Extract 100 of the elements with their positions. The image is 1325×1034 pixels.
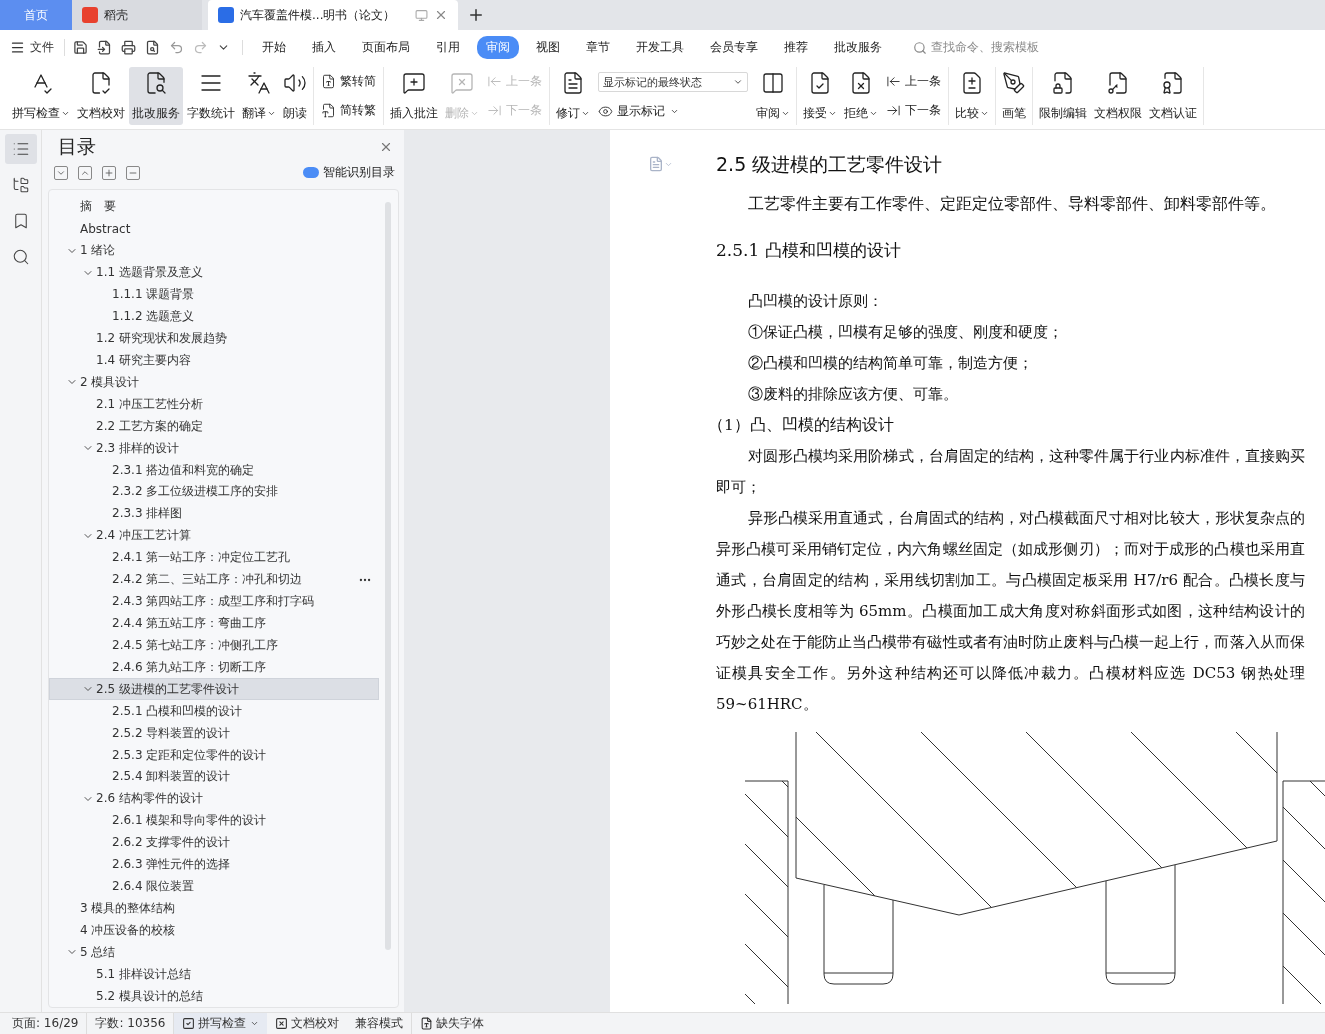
toc-item[interactable]: 2.4.1 第一站工序：冲定位工艺孔	[49, 546, 379, 569]
ribbon-button[interactable]: 接受	[800, 67, 840, 125]
ribbon-button[interactable]: 朗读	[280, 67, 310, 125]
add-heading-button[interactable]	[102, 165, 116, 180]
collapse-all-button[interactable]	[78, 165, 92, 180]
toc-item[interactable]: 2.3 排样的设计	[49, 437, 379, 460]
expand-all-button[interactable]	[54, 165, 68, 180]
document-tab[interactable]: 汽车覆盖件模...明书（论文）	[208, 0, 458, 30]
toc-item[interactable]: 2.5.2 导料装置的设计	[49, 722, 379, 745]
toc-item[interactable]: 2.4.2 第二、三站工序：冲孔和切边	[49, 568, 379, 591]
toc-item[interactable]: 2.3.1 搭边值和料宽的确定	[49, 459, 379, 481]
redo-icon[interactable]	[193, 40, 208, 55]
document-icon[interactable]	[648, 156, 664, 172]
toc-item[interactable]: 2.6 结构零件的设计	[49, 787, 379, 810]
ribbon-button[interactable]: 插入批注	[387, 67, 441, 125]
toc-item[interactable]: 2.6.1 模架和导向零件的设计	[49, 809, 379, 832]
ribbon-button[interactable]: 繁转简	[321, 73, 376, 90]
toc-item[interactable]: 2.6.2 支撑零件的设计	[49, 831, 379, 854]
menu-tab[interactable]: 视图	[527, 36, 569, 59]
ribbon-button[interactable]: 字数统计	[184, 67, 238, 125]
command-search-field[interactable]: 查找命令、搜索模板	[913, 39, 1039, 56]
ribbon-button[interactable]: 拼写检查	[9, 67, 73, 125]
monitor-icon[interactable]	[415, 8, 428, 22]
menu-tab[interactable]: 插入	[303, 36, 345, 59]
toc-item[interactable]: 5.2 模具设计的总结	[49, 985, 379, 1007]
toc-item[interactable]: 摘 要	[49, 196, 379, 218]
toc-item[interactable]: 2.3.2 多工位级进模工序的安排	[49, 481, 379, 503]
new-tab-icon[interactable]	[467, 6, 485, 24]
toc-item[interactable]: 2.5 级进模的工艺零件设计	[49, 678, 379, 701]
toc-item[interactable]: 2.2 工艺方案的确定	[49, 415, 379, 438]
ribbon-button[interactable]: 画笔	[999, 67, 1029, 125]
toc-item[interactable]: 5 总结	[49, 941, 379, 964]
toc-item[interactable]: 2.4.3 第四站工序：成型工序和打字码	[49, 590, 379, 613]
menu-tab[interactable]: 批改服务	[825, 36, 891, 59]
toc-item[interactable]: 1.1.2 选题意义	[49, 305, 379, 328]
save-icon[interactable]	[73, 40, 88, 55]
toc-item[interactable]: 4 冲压设备的校核	[49, 919, 379, 942]
toc-item[interactable]: 1.1 选题背景及意义	[49, 261, 379, 284]
ribbon-button[interactable]: 下一条	[886, 102, 941, 119]
status-item: 兼容模式	[347, 1013, 413, 1034]
smart-toc-link[interactable]: 智能识别目录	[303, 164, 395, 181]
print-icon[interactable]	[121, 40, 136, 55]
status-item[interactable]: 缺失字体	[412, 1013, 493, 1034]
ribbon-button[interactable]: 拒绝	[841, 67, 881, 125]
ribbon-button[interactable]: 简转繁	[321, 102, 376, 119]
undo-icon[interactable]	[169, 40, 184, 55]
close-icon[interactable]	[434, 8, 448, 22]
toc-item[interactable]: 2.1 冲压工艺性分析	[49, 393, 379, 416]
toc-item[interactable]: Abstract	[49, 217, 379, 240]
toc-item[interactable]: 1 绪论	[49, 239, 379, 262]
toc-item[interactable]: 1.4 研究主要内容	[49, 349, 379, 372]
toc-item[interactable]: 2.6.3 弹性元件的选择	[49, 853, 379, 876]
preview-icon[interactable]	[145, 40, 160, 55]
menu-tab[interactable]: 页面布局	[353, 36, 419, 59]
paragraph: ②凸模和凹模的结构简单可靠，制造方便；	[747, 353, 1034, 374]
ribbon-button[interactable]: 修订	[553, 67, 593, 125]
toc-item[interactable]: 2.6.4 限位装置	[49, 875, 379, 898]
ribbon-button[interactable]: 审阅	[753, 67, 793, 125]
toc-item[interactable]: 2.5.1 凸模和凹模的设计	[49, 700, 379, 723]
menu-tab[interactable]: 推荐	[775, 36, 817, 59]
next-icon	[487, 103, 502, 118]
toc-item[interactable]: 3 模具的整体结构	[49, 897, 379, 920]
panel-title: 目录	[58, 134, 96, 159]
status-item[interactable]: 文档校对	[267, 1013, 348, 1034]
ribbon-button[interactable]: 文档认证	[1146, 67, 1200, 125]
toc-item[interactable]: 2.4.4 第五站工序：弯曲工序	[49, 612, 379, 635]
toc-item[interactable]: 1.1.1 课题背景	[49, 283, 379, 306]
ribbon-button[interactable]: 翻译	[239, 67, 279, 125]
section-heading: 2.5 级进模的工艺零件设计	[716, 152, 944, 177]
toc-item[interactable]: 2.3.3 排样图	[49, 502, 379, 525]
toc-item[interactable]: 2.4.5 第七站工序：冲侧孔工序	[49, 634, 379, 657]
toc-item[interactable]: 2.5.3 定距和定位零件的设计	[49, 744, 379, 766]
file-menu[interactable]: 文件	[10, 39, 65, 56]
ribbon-button[interactable]: 批改服务	[129, 67, 183, 125]
ribbon-button[interactable]: 上一条	[886, 73, 941, 90]
menu-tab[interactable]: 章节	[577, 36, 619, 59]
ribbon-button[interactable]: 文档权限	[1091, 67, 1145, 125]
menu-tab[interactable]: 会员专享	[701, 36, 767, 59]
ribbon-button[interactable]: 比较	[952, 67, 992, 125]
markup-select[interactable]: 显示标记的最终状态	[598, 72, 748, 93]
toc-item[interactable]: 2 模具设计	[49, 371, 379, 394]
toc-item[interactable]: 2.5.4 卸料装置的设计	[49, 765, 379, 788]
toc-item[interactable]: 1.2 研究现状和发展趋势	[49, 327, 379, 350]
toc-item[interactable]: 5.1 排样设计总结	[49, 963, 379, 986]
export-icon[interactable]	[97, 40, 112, 55]
menu-tab[interactable]: 开始	[253, 36, 295, 59]
toc-item[interactable]: 2.4.6 第九站工序：切断工序	[49, 656, 379, 679]
panels-icon	[761, 71, 785, 95]
remove-heading-button[interactable]	[126, 165, 140, 180]
menu-tab[interactable]: 引用	[427, 36, 469, 59]
ribbon-button[interactable]: 限制编辑	[1036, 67, 1090, 125]
close-icon[interactable]	[379, 140, 393, 154]
status-item[interactable]: 拼写检查	[174, 1013, 268, 1034]
nav-rail-button[interactable]	[4, 134, 37, 164]
ribbon-button[interactable]: 显示标记	[598, 102, 748, 120]
ribbon-button[interactable]: 文档校对	[74, 67, 128, 125]
toc-item[interactable]: 2.4 冲压工艺计算	[49, 524, 379, 547]
menu-tab[interactable]: 开发工具	[627, 36, 693, 59]
translate-icon	[247, 71, 271, 95]
document-tab[interactable]: 稻壳	[72, 0, 202, 30]
